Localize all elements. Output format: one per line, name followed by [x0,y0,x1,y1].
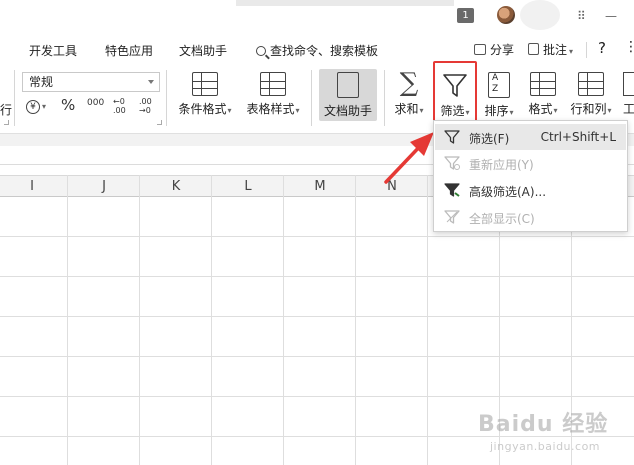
command-search[interactable]: 查找命令、搜索模板 [256,42,378,59]
currency-icon: ¥ [26,100,40,114]
red-arrow-annotation [384,132,434,184]
baidu-watermark: Baidu 经验 jingyan.baidu.com [470,392,620,462]
column-header-l[interactable]: L [238,179,258,194]
column-gridline [427,175,428,465]
menu-item-filter[interactable]: 筛选(F) Ctrl+Shift+L [435,124,626,150]
filter-dropdown-menu: 筛选(F) Ctrl+Shift+L 重新应用(Y) 高级筛选(A)... 全部… [433,120,628,232]
format-icon [530,72,556,96]
decrease-decimal-button[interactable]: .00 →0 [139,97,159,115]
menu-bar: 开发工具 特色应用 文档助手 查找命令、搜索模板 分享 批注 ▾ ? ⋮ [0,36,634,64]
sort-icon: AZ [488,72,510,98]
comment-label: 批注 [543,43,568,57]
table-style-button[interactable]: 表格样式▾ [243,72,303,117]
table-style-icon [260,72,286,96]
sort-button[interactable]: AZ 排序▾ [480,72,518,119]
menu-item-filter-label: 筛选(F) [469,132,510,146]
conditional-format-label: 条件格式 [178,102,227,116]
grid-menu-icon[interactable]: ⠿ [577,9,586,23]
help-button[interactable]: ? [598,39,606,57]
advanced-filter-icon [444,183,460,197]
row-col-icon [578,72,604,96]
row-col-button[interactable]: 行和列▾ [567,72,615,117]
menu-item-show-all-label: 全部显示(C) [469,212,535,226]
ribbon-divider [166,70,167,126]
worksheet-label: 工 [622,102,634,116]
number-format-value: 常规 [29,75,54,89]
worksheet-button[interactable]: 工 [622,72,634,117]
share-button[interactable]: 分享 [474,41,514,58]
watermark-url: jingyan.baidu.com [490,440,601,453]
column-gridline [67,175,68,465]
more-options-button[interactable]: ⋮ [624,39,634,55]
column-header-k[interactable]: K [166,179,186,194]
watermark-main: Baidu 经验 [478,412,609,437]
title-bar-blur [520,0,560,30]
avatar[interactable] [497,6,515,24]
menu-item-advanced-filter-label: 高级筛选(A)... [469,185,547,199]
ribbon-divider [384,70,385,126]
show-all-icon [444,210,460,224]
number-group-launcher[interactable] [157,120,162,125]
share-label: 分享 [490,43,515,57]
doc-assistant-label: 文档助手 [323,104,372,118]
sigma-icon: ∑ [399,68,419,98]
menu-item-show-all[interactable]: 全部显示(C) [435,204,626,230]
table-style-label: 表格样式 [246,102,295,116]
comment-icon [528,43,539,55]
column-gridline [211,175,212,465]
row-label-fragment[interactable]: 行 [0,101,12,118]
menu-item-filter-shortcut: Ctrl+Shift+L [540,130,616,144]
column-gridline [355,175,356,465]
comment-button[interactable]: 批注 ▾ [528,41,573,58]
format-button[interactable]: 格式▾ [524,72,562,117]
thousands-button[interactable]: 000 [87,98,104,108]
column-gridline [139,175,140,465]
conditional-format-button[interactable]: 条件格式▾ [175,72,235,117]
tab-special-apps[interactable]: 特色应用 [105,42,153,59]
format-label: 格式 [528,102,553,116]
doc-assistant-icon [337,72,359,98]
column-gridline [283,175,284,465]
spreadsheet-window: 1 ⠿ — 开发工具 特色应用 文档助手 查找命令、搜索模板 分享 批注 ▾ ? … [0,0,634,465]
column-header-j[interactable]: J [94,179,114,194]
chevron-down-icon [148,80,154,84]
menu-item-reapply-label: 重新应用(Y) [469,158,534,172]
command-search-label: 查找命令、搜索模板 [270,44,379,58]
column-header-m[interactable]: M [310,179,330,194]
filter-icon [444,130,460,144]
worksheet-icon [623,72,634,96]
number-format-select[interactable]: 常规 [22,72,160,92]
title-bar-notch [236,0,454,6]
doc-assistant-button[interactable]: 文档助手 [319,72,377,119]
reapply-filter-icon [444,156,460,170]
sum-label: 求和 [394,102,419,116]
ribbon-divider [311,70,312,126]
menu-item-advanced-filter[interactable]: 高级筛选(A)... [435,177,626,203]
filter-highlight-box [433,61,477,122]
notification-badge[interactable]: 1 [457,8,474,23]
sort-label: 排序 [484,104,509,118]
conditional-format-icon [192,72,218,96]
minimize-button[interactable]: — [605,9,617,23]
tab-developer-tools[interactable]: 开发工具 [29,42,77,59]
title-bar: 1 ⠿ — [0,0,634,34]
share-icon [474,44,486,55]
search-icon [256,46,266,56]
sum-button[interactable]: ∑ 求和▾ [390,70,428,117]
percent-button[interactable]: % [61,96,75,114]
currency-button[interactable]: ¥ ▾ [26,98,46,114]
menu-item-reapply[interactable]: 重新应用(Y) [435,150,626,176]
group-launcher[interactable] [4,120,9,125]
menu-divider [586,42,587,58]
column-header-i[interactable]: I [22,179,42,194]
ribbon-divider [14,70,15,126]
tab-doc-assistant[interactable]: 文档助手 [179,42,227,59]
increase-decimal-button[interactable]: ←0 .00 [113,97,133,115]
row-col-label: 行和列 [570,102,607,116]
